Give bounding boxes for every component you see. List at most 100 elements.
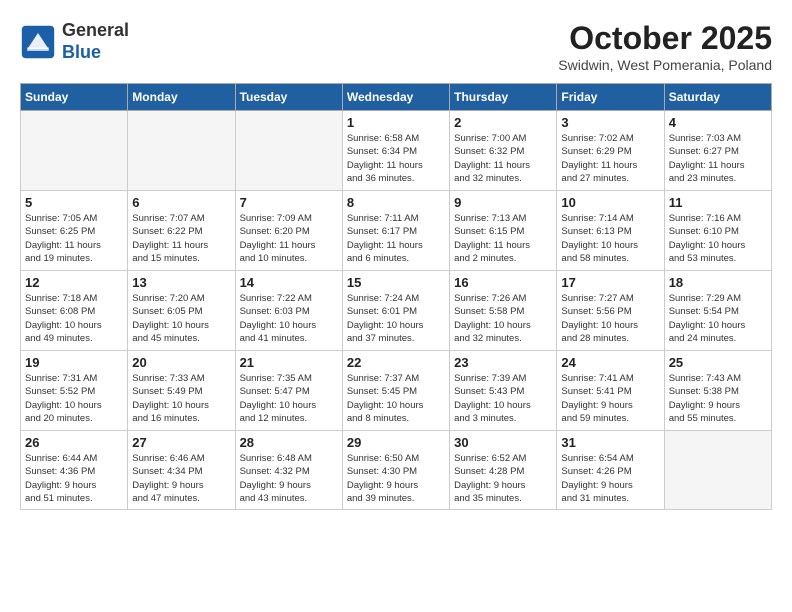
calendar-week-4: 19 Sunrise: 7:31 AM Sunset: 5:52 PM Dayli… — [21, 351, 772, 431]
calendar-cell — [21, 111, 128, 191]
calendar-cell: 15Sunrise: 7:24 AM Sunset: 6:01 PM Dayli… — [342, 271, 449, 351]
calendar-cell: 25Sunrise: 7:43 AM Sunset: 5:38 PM Dayli… — [664, 351, 771, 431]
day-header-friday: Friday — [557, 84, 664, 111]
calendar-table: SundayMondayTuesdayWednesdayThursdayFrid… — [20, 83, 772, 510]
day-header-sunday: Sunday — [21, 84, 128, 111]
day-number: 8 — [347, 195, 445, 210]
day-info: Sunrise: 7:35 AM Sunset: 5:47 PM Dayligh… — [240, 372, 338, 425]
day-info: Sunrise: 7:11 AM Sunset: 6:17 PM Dayligh… — [347, 212, 445, 265]
day-info: Sunrise: 7:31 AM Sunset: 5:52 PM Dayligh… — [25, 372, 123, 425]
calendar-week-2: 5 Sunrise: 7:05 AM Sunset: 6:25 PM Daylig… — [21, 191, 772, 271]
day-info: Sunrise: 7:14 AM Sunset: 6:13 PM Dayligh… — [561, 212, 659, 265]
calendar-cell: 7 Sunrise: 7:09 AM Sunset: 6:20 PM Daylig… — [235, 191, 342, 271]
calendar-cell — [128, 111, 235, 191]
calendar-cell: 27 Sunrise: 6:46 AM Sunset: 4:34 PM Dayli… — [128, 431, 235, 510]
day-info: Sunrise: 7:00 AM Sunset: 6:32 PM Dayligh… — [454, 132, 552, 185]
calendar-cell: 5 Sunrise: 7:05 AM Sunset: 6:25 PM Daylig… — [21, 191, 128, 271]
day-info: Sunrise: 7:03 AM Sunset: 6:27 PM Dayligh… — [669, 132, 767, 185]
day-info: Sunrise: 6:48 AM Sunset: 4:32 PM Dayligh… — [240, 452, 338, 505]
day-info: Sunrise: 6:44 AM Sunset: 4:36 PM Dayligh… — [25, 452, 123, 505]
location-subtitle: Swidwin, West Pomerania, Poland — [558, 57, 772, 73]
day-number: 22 — [347, 355, 445, 370]
day-info: Sunrise: 7:24 AM Sunset: 6:01 PM Dayligh… — [347, 292, 445, 345]
calendar-cell: 1 Sunrise: 6:58 AM Sunset: 6:34 PM Daylig… — [342, 111, 449, 191]
calendar-cell: 6 Sunrise: 7:07 AM Sunset: 6:22 PM Daylig… — [128, 191, 235, 271]
day-info: Sunrise: 7:13 AM Sunset: 6:15 PM Dayligh… — [454, 212, 552, 265]
day-info: Sunrise: 7:09 AM Sunset: 6:20 PM Dayligh… — [240, 212, 338, 265]
day-number: 14 — [240, 275, 338, 290]
logo: General Blue — [20, 20, 129, 63]
day-info: Sunrise: 7:37 AM Sunset: 5:45 PM Dayligh… — [347, 372, 445, 425]
calendar-cell: 8 Sunrise: 7:11 AM Sunset: 6:17 PM Daylig… — [342, 191, 449, 271]
calendar-cell: 11 Sunrise: 7:16 AM Sunset: 6:10 PM Dayli… — [664, 191, 771, 271]
day-number: 18 — [669, 275, 767, 290]
calendar-cell — [664, 431, 771, 510]
calendar-cell: 4 Sunrise: 7:03 AM Sunset: 6:27 PM Daylig… — [664, 111, 771, 191]
day-number: 12 — [25, 275, 123, 290]
calendar-cell: 18Sunrise: 7:29 AM Sunset: 5:54 PM Dayli… — [664, 271, 771, 351]
day-number: 13 — [132, 275, 230, 290]
day-number: 23 — [454, 355, 552, 370]
day-info: Sunrise: 7:39 AM Sunset: 5:43 PM Dayligh… — [454, 372, 552, 425]
calendar-cell: 26 Sunrise: 6:44 AM Sunset: 4:36 PM Dayli… — [21, 431, 128, 510]
day-number: 1 — [347, 115, 445, 130]
calendar-week-5: 26 Sunrise: 6:44 AM Sunset: 4:36 PM Dayli… — [21, 431, 772, 510]
calendar-cell: 13Sunrise: 7:20 AM Sunset: 6:05 PM Dayli… — [128, 271, 235, 351]
day-number: 6 — [132, 195, 230, 210]
day-header-monday: Monday — [128, 84, 235, 111]
calendar-cell: 2Sunrise: 7:00 AM Sunset: 6:32 PM Daylig… — [450, 111, 557, 191]
day-header-wednesday: Wednesday — [342, 84, 449, 111]
calendar-cell: 28 Sunrise: 6:48 AM Sunset: 4:32 PM Dayli… — [235, 431, 342, 510]
day-info: Sunrise: 6:52 AM Sunset: 4:28 PM Dayligh… — [454, 452, 552, 505]
calendar-cell: 19 Sunrise: 7:31 AM Sunset: 5:52 PM Dayli… — [21, 351, 128, 431]
calendar-cell: 31 Sunrise: 6:54 AM Sunset: 4:26 PM Dayli… — [557, 431, 664, 510]
calendar-cell: 20 Sunrise: 7:33 AM Sunset: 5:49 PM Dayli… — [128, 351, 235, 431]
day-number: 29 — [347, 435, 445, 450]
calendar-cell: 16 Sunrise: 7:26 AM Sunset: 5:58 PM Dayli… — [450, 271, 557, 351]
day-number: 5 — [25, 195, 123, 210]
day-number: 27 — [132, 435, 230, 450]
day-header-saturday: Saturday — [664, 84, 771, 111]
day-number: 9 — [454, 195, 552, 210]
day-info: Sunrise: 7:18 AM Sunset: 6:08 PM Dayligh… — [25, 292, 123, 345]
calendar-cell: 14 Sunrise: 7:22 AM Sunset: 6:03 PM Dayli… — [235, 271, 342, 351]
calendar-cell — [235, 111, 342, 191]
day-number: 16 — [454, 275, 552, 290]
day-number: 19 — [25, 355, 123, 370]
day-info: Sunrise: 7:26 AM Sunset: 5:58 PM Dayligh… — [454, 292, 552, 345]
day-info: Sunrise: 7:33 AM Sunset: 5:49 PM Dayligh… — [132, 372, 230, 425]
day-info: Sunrise: 6:50 AM Sunset: 4:30 PM Dayligh… — [347, 452, 445, 505]
day-info: Sunrise: 7:27 AM Sunset: 5:56 PM Dayligh… — [561, 292, 659, 345]
day-number: 11 — [669, 195, 767, 210]
month-title: October 2025 — [558, 20, 772, 57]
day-header-tuesday: Tuesday — [235, 84, 342, 111]
calendar-week-1: 1 Sunrise: 6:58 AM Sunset: 6:34 PM Daylig… — [21, 111, 772, 191]
day-info: Sunrise: 6:46 AM Sunset: 4:34 PM Dayligh… — [132, 452, 230, 505]
day-number: 28 — [240, 435, 338, 450]
calendar-week-3: 12 Sunrise: 7:18 AM Sunset: 6:08 PM Dayli… — [21, 271, 772, 351]
day-number: 3 — [561, 115, 659, 130]
day-number: 30 — [454, 435, 552, 450]
calendar-cell: 10 Sunrise: 7:14 AM Sunset: 6:13 PM Dayli… — [557, 191, 664, 271]
day-number: 20 — [132, 355, 230, 370]
calendar-cell: 3 Sunrise: 7:02 AM Sunset: 6:29 PM Daylig… — [557, 111, 664, 191]
calendar-cell: 17 Sunrise: 7:27 AM Sunset: 5:56 PM Dayli… — [557, 271, 664, 351]
day-number: 31 — [561, 435, 659, 450]
calendar-cell: 23 Sunrise: 7:39 AM Sunset: 5:43 PM Dayli… — [450, 351, 557, 431]
day-info: Sunrise: 7:02 AM Sunset: 6:29 PM Dayligh… — [561, 132, 659, 185]
day-info: Sunrise: 6:54 AM Sunset: 4:26 PM Dayligh… — [561, 452, 659, 505]
day-info: Sunrise: 7:07 AM Sunset: 6:22 PM Dayligh… — [132, 212, 230, 265]
day-info: Sunrise: 7:05 AM Sunset: 6:25 PM Dayligh… — [25, 212, 123, 265]
day-info: Sunrise: 6:58 AM Sunset: 6:34 PM Dayligh… — [347, 132, 445, 185]
day-number: 24 — [561, 355, 659, 370]
day-number: 7 — [240, 195, 338, 210]
calendar-cell: 24Sunrise: 7:41 AM Sunset: 5:41 PM Dayli… — [557, 351, 664, 431]
day-number: 4 — [669, 115, 767, 130]
day-info: Sunrise: 7:16 AM Sunset: 6:10 PM Dayligh… — [669, 212, 767, 265]
title-block: October 2025 Swidwin, West Pomerania, Po… — [558, 20, 772, 73]
day-number: 17 — [561, 275, 659, 290]
calendar-cell: 12 Sunrise: 7:18 AM Sunset: 6:08 PM Dayli… — [21, 271, 128, 351]
day-number: 26 — [25, 435, 123, 450]
day-info: Sunrise: 7:22 AM Sunset: 6:03 PM Dayligh… — [240, 292, 338, 345]
day-number: 10 — [561, 195, 659, 210]
